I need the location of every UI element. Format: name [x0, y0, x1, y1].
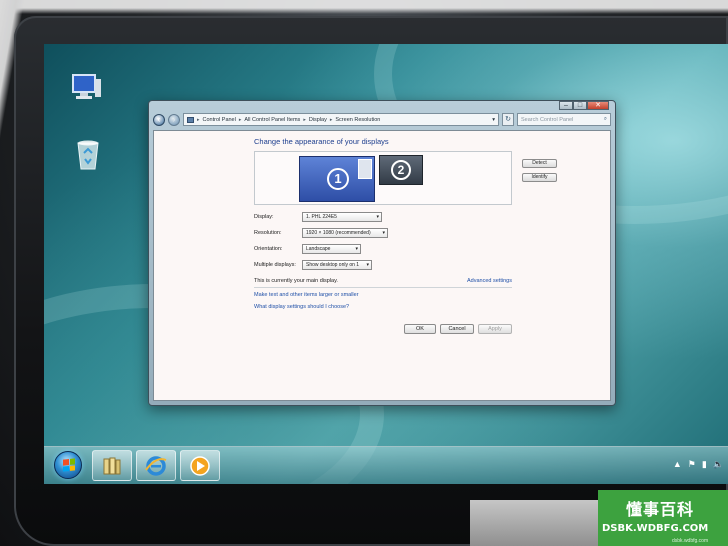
monitor-1-number: 1: [327, 168, 349, 190]
identify-button[interactable]: Identify: [522, 173, 557, 182]
orientation-value: Landscape: [306, 246, 331, 252]
resolution-value: 1920 × 1080 (recommended): [306, 230, 371, 236]
recycle-bin-desktop-icon[interactable]: [68, 134, 108, 174]
breadcrumb-separator: ▸: [303, 116, 306, 123]
breadcrumb-separator: ▸: [197, 116, 200, 123]
close-button[interactable]: ✕: [587, 101, 609, 110]
chevron-down-icon: ▾: [376, 214, 379, 220]
window-caption-buttons: – □ ✕: [559, 101, 609, 110]
taskbar-libraries-button[interactable]: [92, 450, 132, 481]
display-dropdown[interactable]: 1. PHL 224E5 ▾: [302, 212, 382, 222]
monitor-frame: – □ ✕ ‹ › ▸ Control Panel ▸ All Control …: [0, 0, 728, 546]
monitor-2-tile[interactable]: 2: [379, 155, 423, 185]
start-orb-icon[interactable]: [54, 451, 82, 479]
chevron-down-icon: ▾: [355, 246, 358, 252]
search-input[interactable]: Search Control Panel ⌕: [517, 113, 611, 126]
detect-button[interactable]: Detect: [522, 159, 557, 168]
minimize-button[interactable]: –: [559, 101, 573, 110]
chevron-down-icon: ▾: [382, 230, 385, 236]
address-dropdown-icon[interactable]: ▾: [492, 117, 495, 123]
screen-resolution-window: – □ ✕ ‹ › ▸ Control Panel ▸ All Control …: [148, 100, 616, 406]
breadcrumb-control-panel[interactable]: Control Panel: [203, 117, 236, 123]
maximize-button[interactable]: □: [573, 101, 587, 110]
ok-button[interactable]: OK: [404, 324, 436, 334]
forward-button[interactable]: ›: [168, 113, 180, 126]
chevron-down-icon: ▾: [366, 262, 369, 268]
internet-explorer-icon: [145, 455, 167, 476]
multiple-displays-label: Multiple displays:: [254, 262, 296, 268]
display-settings-help-link[interactable]: What display settings should I choose?: [254, 304, 349, 310]
search-placeholder: Search Control Panel: [521, 116, 574, 123]
text-size-link[interactable]: Make text and other items larger or smal…: [254, 292, 359, 298]
breadcrumb-screen-resolution[interactable]: Screen Resolution: [335, 117, 380, 123]
system-tray: ▲ ⚑ ▮ 🔈: [673, 459, 724, 470]
breadcrumb-separator: ▸: [238, 116, 242, 123]
main-display-info: This is currently your main display.: [254, 278, 338, 284]
page-title: Change the appearance of your displays: [254, 137, 389, 146]
resolution-dropdown[interactable]: 1920 × 1080 (recommended) ▾: [302, 228, 388, 238]
apply-button[interactable]: Apply: [478, 324, 512, 334]
address-bar[interactable]: ▸ Control Panel ▸ All Control Panel Item…: [183, 113, 499, 126]
recycle-bin-icon: [77, 140, 99, 170]
multiple-displays-dropdown[interactable]: Show desktop only on 1 ▾: [302, 260, 372, 270]
taskbar: ▲ ⚑ ▮ 🔈: [44, 446, 728, 484]
advanced-settings-link[interactable]: Advanced settings: [467, 278, 512, 284]
windows-logo-icon: [63, 458, 75, 472]
watermark-title: 懂事百科: [626, 500, 695, 519]
monitor-1-tile[interactable]: 1: [299, 156, 375, 202]
section-divider: [254, 287, 512, 288]
media-player-icon: [190, 455, 210, 476]
desktop-screen: – □ ✕ ‹ › ▸ Control Panel ▸ All Control …: [44, 44, 728, 484]
libraries-folder-icon: [103, 457, 121, 474]
computer-icon: [72, 74, 101, 99]
orientation-dropdown[interactable]: Landscape ▾: [302, 244, 361, 254]
watermark-subtitle: DSBK.WDBFG.COM: [602, 523, 709, 534]
display-label: Display:: [254, 214, 274, 220]
multiple-displays-value: Show desktop only on 1: [306, 262, 360, 268]
monitor-1-preview-icon: [358, 159, 372, 179]
volume-icon[interactable]: 🔈: [713, 459, 724, 470]
watermark-small: dsbk.wdbfg.com: [672, 538, 709, 544]
control-panel-icon: [187, 116, 194, 123]
resolution-label: Resolution:: [254, 230, 282, 236]
breadcrumb-separator: ▸: [329, 116, 333, 123]
network-icon[interactable]: ▮: [702, 459, 707, 470]
search-icon: ⌕: [603, 116, 607, 122]
taskbar-ie-button[interactable]: [136, 450, 176, 481]
breadcrumb-display[interactable]: Display: [309, 117, 327, 123]
display-value: 1. PHL 224E5: [306, 214, 337, 220]
refresh-button[interactable]: ↻: [502, 113, 514, 126]
display-arrangement-area: 1 2: [254, 151, 512, 205]
cancel-button[interactable]: Cancel: [440, 324, 474, 334]
navigation-bar: ‹ › ▸ Control Panel ▸ All Control Panel …: [153, 112, 611, 127]
taskbar-media-player-button[interactable]: [180, 450, 220, 481]
back-button[interactable]: ‹: [153, 113, 165, 126]
show-hidden-icons-icon[interactable]: ▲: [673, 459, 682, 470]
window-content: Change the appearance of your displays 1…: [153, 130, 611, 401]
orientation-label: Orientation:: [254, 246, 283, 252]
monitor-2-number: 2: [391, 160, 411, 180]
computer-desktop-icon[interactable]: [66, 66, 106, 106]
breadcrumb-all-items[interactable]: All Control Panel Items: [244, 117, 300, 123]
action-center-flag-icon[interactable]: ⚑: [688, 459, 696, 470]
